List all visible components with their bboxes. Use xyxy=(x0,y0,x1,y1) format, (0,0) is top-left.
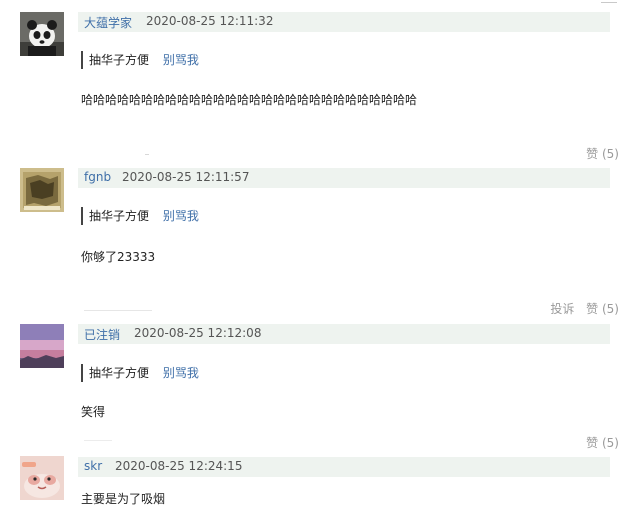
comment-content: 你够了23333 xyxy=(81,250,156,264)
reply-quote: 抽华子方便 别骂我 xyxy=(81,51,199,69)
comment-list: 大蕴学家 2020-08-25 12:11:32 抽华子方便 别骂我 哈哈哈哈哈… xyxy=(0,0,641,532)
comment-header: 大蕴学家 2020-08-25 12:11:32 xyxy=(78,12,610,32)
comment-timestamp: 2020-08-25 12:24:15 xyxy=(115,459,243,473)
like-button[interactable]: 赞 (5) xyxy=(586,302,619,316)
comment-header: skr 2020-08-25 12:24:15 xyxy=(78,457,610,477)
like-button[interactable]: 赞 (5) xyxy=(586,147,619,161)
quote-link[interactable]: 别骂我 xyxy=(163,366,199,380)
like-button[interactable]: 赞 (5) xyxy=(586,436,619,450)
cartoon-avatar-icon[interactable] xyxy=(20,456,64,500)
comment-content: 哈哈哈哈哈哈哈哈哈哈哈哈哈哈哈哈哈哈哈哈哈哈哈哈哈哈哈哈 xyxy=(81,93,418,107)
map-avatar-icon[interactable] xyxy=(20,168,64,212)
comment-header: 已注销 2020-08-25 12:12:08 xyxy=(78,324,610,344)
comment-content: 笑得 xyxy=(81,405,106,419)
username-link[interactable]: fgnb xyxy=(84,170,111,184)
quote-author: 抽华子方便 xyxy=(89,53,150,67)
report-button[interactable]: 投诉 xyxy=(550,302,574,316)
username-link[interactable]: skr xyxy=(84,459,102,473)
reply-quote: 抽华子方便 别骂我 xyxy=(81,364,199,382)
quote-author: 抽华子方便 xyxy=(89,366,150,380)
username-link[interactable]: 已注销 xyxy=(84,326,120,343)
panda-avatar-icon[interactable] xyxy=(20,12,64,56)
divider xyxy=(84,310,152,311)
quote-link[interactable]: 别骂我 xyxy=(163,209,199,223)
quote-author: 抽华子方便 xyxy=(89,209,150,223)
comment-timestamp: 2020-08-25 12:11:32 xyxy=(146,14,274,28)
divider xyxy=(145,154,149,155)
divider xyxy=(84,440,112,441)
comment-timestamp: 2020-08-25 12:12:08 xyxy=(134,326,262,340)
comment-timestamp: 2020-08-25 12:11:57 xyxy=(122,170,250,184)
quote-link[interactable]: 别骂我 xyxy=(163,53,199,67)
comment-actions: 投诉 赞 (5) xyxy=(542,300,619,317)
top-edge-fragment xyxy=(601,0,617,3)
username-link[interactable]: 大蕴学家 xyxy=(84,14,132,31)
comment-header: fgnb 2020-08-25 12:11:57 xyxy=(78,168,610,188)
comment-content: 主要是为了吸烟 xyxy=(81,492,166,506)
reply-quote: 抽华子方便 别骂我 xyxy=(81,207,199,225)
comment-actions: 赞 (5) xyxy=(578,434,619,451)
sunset-avatar-icon[interactable] xyxy=(20,324,64,368)
comment-actions: 赞 (5) xyxy=(578,145,619,162)
